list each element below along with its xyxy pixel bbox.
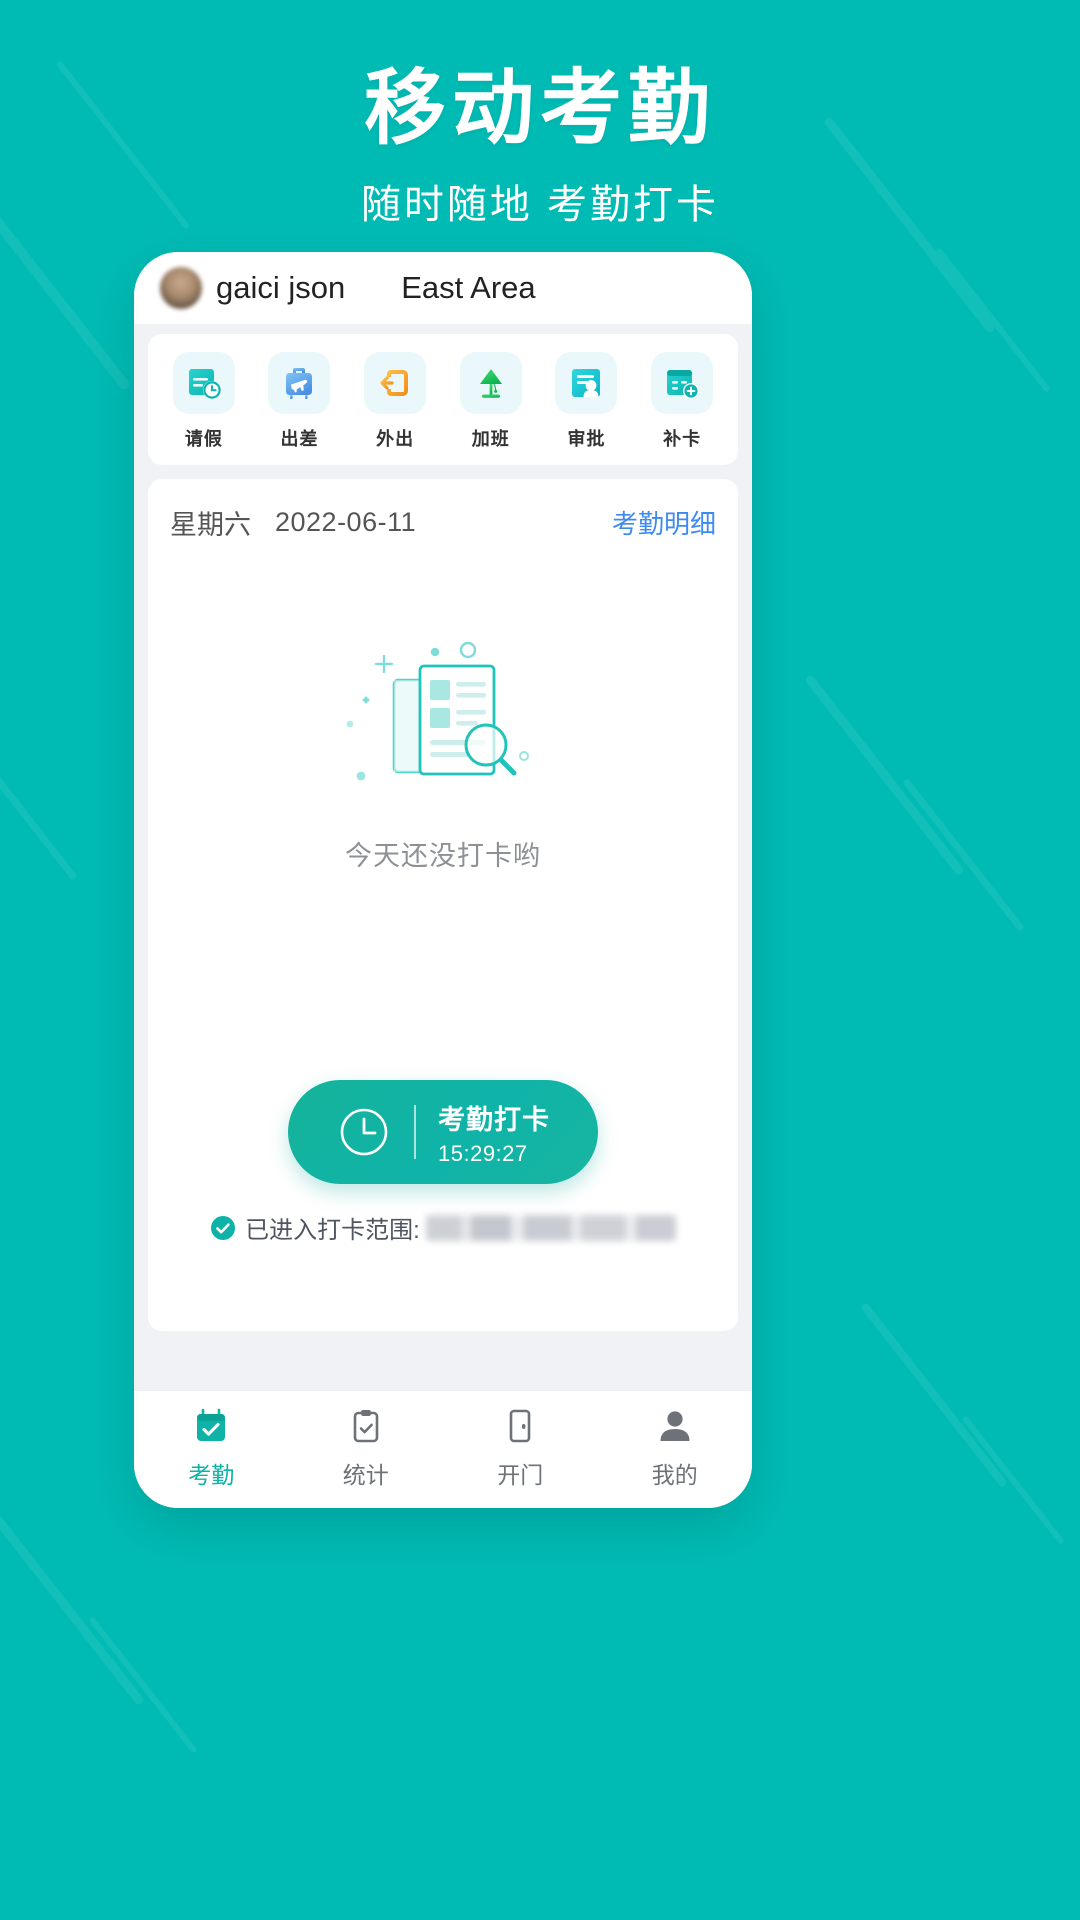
- quick-action-label: 请假: [184, 429, 223, 449]
- attendance-weekday: 星期六: [170, 510, 251, 540]
- app-content: 请假 出差 外出 加班 审批 补卡 星期六 2022-06-11 考勤明细 今天…: [134, 324, 752, 1390]
- range-status-label: 已进入打卡范围:: [245, 1217, 420, 1244]
- app-header: gaici json East Area: [134, 252, 752, 324]
- quick-action-out[interactable]: 外出: [358, 352, 432, 451]
- tab-attendance[interactable]: 考勤: [134, 1403, 289, 1490]
- phone-mockup: gaici json East Area 请假 出差 外出 加班 审批 补卡 星…: [134, 252, 752, 1508]
- quick-action-makeup-punch[interactable]: 补卡: [645, 352, 719, 451]
- calendar-clock-icon: [172, 352, 235, 414]
- attendance-detail-link[interactable]: 考勤明细: [612, 504, 716, 541]
- punch-divider: [414, 1105, 416, 1159]
- tab-statistics[interactable]: 统计: [289, 1403, 444, 1490]
- document-search-empty-icon: [328, 628, 558, 818]
- user-name: gaici json: [216, 270, 346, 305]
- quick-action-label: 加班: [471, 429, 510, 449]
- tab-open-door[interactable]: 开门: [443, 1403, 598, 1490]
- quick-action-label: 补卡: [663, 429, 702, 449]
- attendance-header: 星期六 2022-06-11 考勤明细: [170, 479, 716, 542]
- tab-label: 开门: [497, 1462, 544, 1488]
- clock-icon: [340, 1108, 388, 1156]
- quick-action-overtime[interactable]: 加班: [454, 352, 528, 451]
- door-exit-icon: [364, 352, 427, 414]
- tab-profile[interactable]: 我的: [598, 1403, 753, 1490]
- door-open-icon: [497, 1403, 543, 1449]
- tab-label: 统计: [342, 1462, 389, 1488]
- page-subtitle: 随时随地 考勤打卡: [360, 183, 720, 228]
- tab-label: 考勤: [188, 1462, 235, 1488]
- punch-button-label: 考勤打卡: [438, 1104, 550, 1135]
- attendance-date: 2022-06-11: [275, 507, 417, 537]
- range-status-location: [425, 1214, 676, 1241]
- area-name: East Area: [401, 270, 536, 305]
- quick-action-label: 出差: [280, 429, 319, 449]
- attendance-card: 星期六 2022-06-11 考勤明细 今天还没打卡哟 考勤打卡 15:29:2…: [148, 479, 738, 1331]
- quick-action-label: 审批: [567, 429, 606, 449]
- bottom-tabbar: 考勤 统计 开门 我的: [134, 1390, 752, 1508]
- desk-lamp-icon: [459, 352, 522, 414]
- clipboard-stats-icon: [343, 1403, 389, 1449]
- quick-action-label: 外出: [376, 429, 415, 449]
- avatar[interactable]: [160, 267, 202, 309]
- page-title: 移动考勤: [363, 63, 716, 154]
- quick-actions-card: 请假 出差 外出 加班 审批 补卡: [148, 334, 738, 465]
- document-person-icon: [555, 352, 618, 414]
- punch-button[interactable]: 考勤打卡 15:29:27: [288, 1080, 598, 1184]
- empty-state-text: 今天还没打卡哟: [345, 841, 541, 871]
- quick-action-leave[interactable]: 请假: [167, 352, 241, 451]
- calendar-plus-icon: [651, 352, 714, 414]
- quick-action-business-trip[interactable]: 出差: [262, 352, 336, 451]
- check-circle-icon: [211, 1215, 236, 1240]
- range-status: 已进入打卡范围:: [210, 1210, 676, 1245]
- attendance-calendar-icon: [188, 1403, 234, 1449]
- punch-area: 考勤打卡 15:29:27 已进入打卡范围:: [148, 1080, 738, 1245]
- poster-headline: 移动考勤 随时随地 考勤打卡: [0, 63, 1080, 230]
- punch-button-time: 15:29:27: [438, 1140, 528, 1166]
- tab-label: 我的: [651, 1462, 698, 1488]
- person-icon: [652, 1403, 698, 1449]
- suitcase-plane-icon: [268, 352, 331, 414]
- quick-action-approval[interactable]: 审批: [549, 352, 623, 451]
